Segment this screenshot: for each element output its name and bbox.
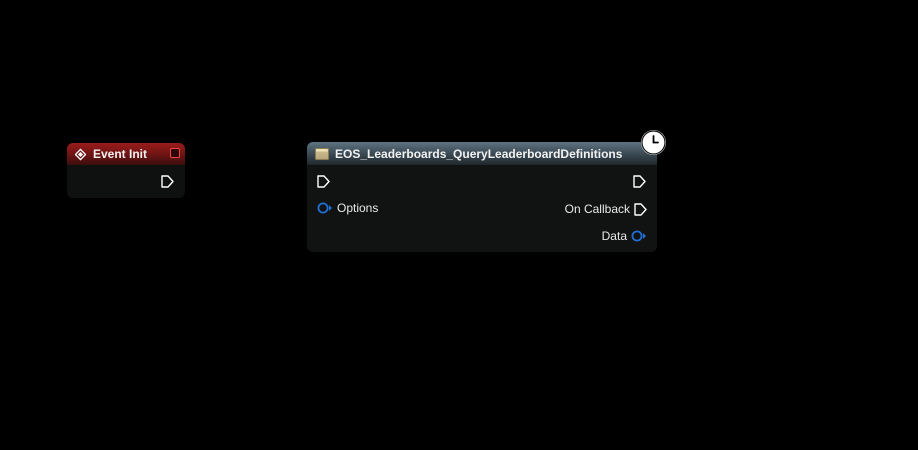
clock-icon — [641, 130, 666, 155]
on-callback-pin[interactable]: On Callback — [561, 202, 647, 216]
event-diamond-icon — [75, 147, 86, 161]
blueprint-graph-canvas[interactable]: Event Init EOS_Leaderboards_QueryLeaderb… — [0, 0, 918, 450]
event-node-title: Event Init — [93, 147, 148, 161]
on-callback-exec-icon — [634, 202, 647, 216]
exec-out-icon — [161, 175, 174, 188]
options-pin[interactable]: Options — [317, 201, 382, 215]
event-exec-out-pin[interactable] — [161, 175, 174, 188]
data-pin-label: Data — [601, 229, 627, 243]
exec-out-icon — [633, 175, 646, 188]
options-pin-label: Options — [337, 201, 379, 215]
struct-pin-icon — [317, 202, 333, 214]
query-leaderboard-definitions-node[interactable]: EOS_Leaderboards_QueryLeaderboardDefinit… — [307, 142, 657, 252]
function-node-header[interactable]: EOS_Leaderboards_QueryLeaderboardDefinit… — [307, 142, 657, 165]
data-pin[interactable]: Data — [598, 229, 647, 243]
event-node-header[interactable]: Event Init — [67, 143, 185, 165]
function-node-title: EOS_Leaderboards_QueryLeaderboardDefinit… — [335, 146, 623, 161]
event-init-node[interactable]: Event Init — [67, 143, 185, 198]
exec-out-pin[interactable] — [633, 175, 646, 188]
event-delegate-pin[interactable] — [170, 148, 180, 158]
exec-in-icon — [317, 175, 330, 188]
struct-pin-icon — [631, 230, 647, 242]
exec-in-pin[interactable] — [317, 175, 330, 188]
function-icon — [315, 147, 329, 160]
on-callback-pin-label: On Callback — [564, 202, 630, 216]
